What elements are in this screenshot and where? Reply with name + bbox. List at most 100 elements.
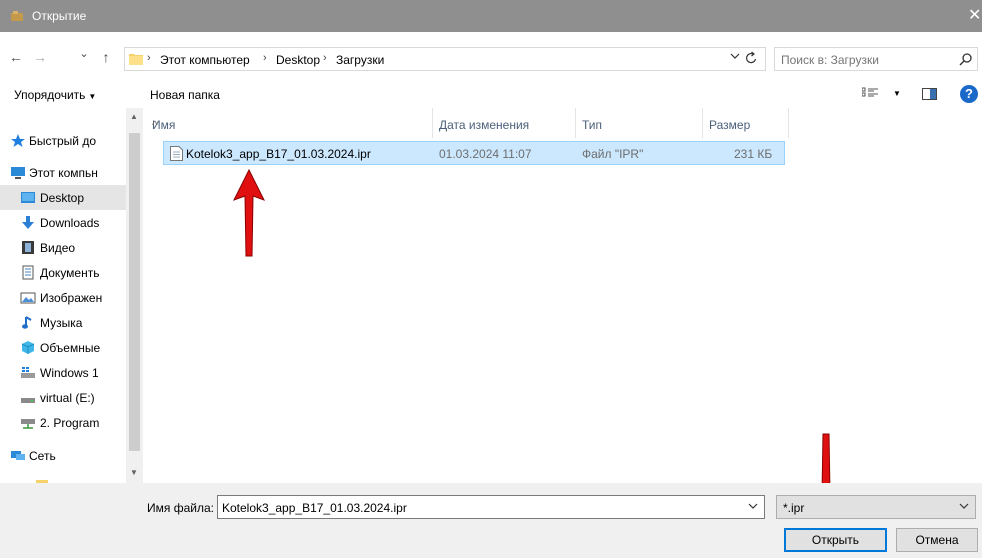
sidebar-item-label: Сеть [29, 449, 56, 463]
drive-icon [21, 367, 35, 378]
music-icon [22, 316, 32, 329]
open-button[interactable]: Открыть [784, 528, 887, 552]
column-header-size[interactable]: Размер [703, 108, 789, 138]
cancel-button[interactable]: Отмена [896, 528, 978, 552]
3d-objects-icon [21, 341, 35, 354]
scroll-down-icon[interactable]: ▼ [130, 468, 138, 477]
back-button[interactable]: ← [6, 49, 26, 65]
forward-button[interactable]: → [30, 49, 50, 65]
breadcrumb-item[interactable]: Этот компьютер [160, 53, 250, 67]
sidebar-item-label: Downloads [40, 216, 100, 230]
sidebar-item-desktop[interactable]: Desktop [0, 185, 126, 210]
title-bar: Открытие ✕ [0, 0, 982, 32]
navigation-pane: Быстрый до Этот компьн Desktop Downloads… [0, 108, 143, 483]
sidebar-item-label: Видео [40, 241, 76, 255]
file-row[interactable]: Kotelok3_app_B17_01.03.2024.ipr 01.03.20… [163, 141, 785, 165]
filename-input[interactable] [222, 500, 742, 516]
sidebar-item-pictures[interactable]: Изображен [0, 285, 126, 310]
sidebar-item-label: Быстрый до [29, 134, 97, 148]
scrollbar-thumb[interactable] [129, 133, 140, 451]
sidebar-scrollbar[interactable]: ▲ ▼ [126, 108, 143, 483]
file-name: Kotelok3_app_B17_01.03.2024.ipr [186, 147, 371, 161]
sidebar-item-label: Windows 1 [40, 366, 99, 380]
network-drive-icon [21, 419, 35, 429]
column-header-type[interactable]: Тип [576, 108, 703, 138]
search-input[interactable] [781, 52, 951, 68]
dialog-footer: Имя файла: *.ipr Открыть Отмена [0, 483, 982, 558]
chevron-down-icon: ▼ [88, 92, 97, 101]
sidebar-item-label: 2. Program [40, 416, 100, 430]
search-box[interactable] [774, 47, 978, 71]
sidebar-item-quick-access[interactable]: Быстрый до [0, 128, 126, 153]
sidebar-item-network[interactable]: Сеть [0, 443, 126, 468]
app-icon [11, 11, 23, 21]
sidebar-item-label: Музыка [40, 316, 83, 330]
filename-field[interactable] [217, 495, 765, 519]
sidebar-item-downloads[interactable]: Downloads [0, 210, 126, 235]
folder-icon [129, 54, 143, 65]
file-type-filter[interactable]: *.ipr [776, 495, 976, 519]
column-header-name[interactable]: Имя ^ [146, 108, 433, 138]
file-size: 231 КБ [734, 147, 773, 161]
refresh-icon[interactable] [745, 51, 758, 65]
sidebar-item-this-pc[interactable]: Этот компьн [0, 160, 126, 185]
breadcrumb-item[interactable]: Desktop [276, 53, 320, 67]
address-row: ← → ⌄ ↑ › Этот компьютер › Desktop › Заг… [0, 45, 982, 73]
chevron-down-icon[interactable] [748, 502, 758, 510]
up-button[interactable]: ↑ [96, 49, 116, 65]
chevron-down-icon [959, 503, 969, 509]
sidebar-item-label: virtual (E:) [40, 391, 95, 405]
close-button[interactable]: ✕ [968, 0, 982, 32]
sidebar-item-virtual-drive[interactable]: virtual (E:) [0, 385, 126, 410]
window-title: Открытие [32, 9, 87, 23]
organize-button[interactable]: Упорядочить ▼ [14, 88, 96, 102]
file-date: 01.03.2024 11:07 [439, 147, 532, 161]
sidebar-item-documents[interactable]: Документь [0, 260, 126, 285]
sidebar-item-network-drive[interactable]: 2. Program [0, 410, 126, 435]
help-icon[interactable]: ? [960, 85, 978, 103]
star-icon [11, 134, 25, 147]
file-type: Файл "IPR" [582, 147, 644, 161]
documents-icon [22, 265, 34, 280]
chevron-down-icon[interactable] [730, 52, 740, 60]
sidebar-item-label: Desktop [40, 191, 85, 205]
view-options-icon[interactable] [862, 87, 878, 100]
annotation-arrow-up [232, 168, 266, 257]
desktop-folder-icon [21, 192, 35, 203]
filter-value: *.ipr [783, 501, 805, 515]
address-bar[interactable]: › Этот компьютер › Desktop › Загрузки [124, 47, 766, 71]
filename-label: Имя файла: [147, 501, 214, 515]
organize-label: Упорядочить [14, 88, 86, 102]
download-icon [22, 216, 34, 229]
video-icon [22, 241, 34, 254]
column-label: Тип [582, 118, 603, 132]
drive-icon [21, 398, 35, 403]
chevron-down-icon[interactable]: ▼ [893, 89, 901, 98]
pictures-icon [20, 292, 36, 304]
sidebar-item-label: Этот компьн [29, 166, 98, 180]
preview-pane-icon[interactable] [922, 88, 937, 100]
network-icon [11, 451, 25, 460]
search-icon[interactable] [959, 52, 973, 66]
recent-locations-button[interactable]: ⌄ [74, 47, 94, 60]
column-label: Размер [709, 118, 751, 132]
file-list: Имя ^ Дата изменения Тип Размер Kotelok3… [143, 108, 982, 483]
computer-icon [11, 167, 25, 179]
breadcrumb-separator: › [323, 52, 327, 64]
scroll-up-icon[interactable]: ▲ [130, 112, 138, 121]
column-header-date[interactable]: Дата изменения [433, 108, 576, 138]
breadcrumb-separator: › [147, 52, 151, 64]
sidebar-item-music[interactable]: Музыка [0, 310, 126, 335]
file-icon [170, 146, 183, 161]
sidebar-item-label: Документь [40, 266, 100, 280]
column-label: Дата изменения [439, 118, 530, 132]
sidebar-item-3d-objects[interactable]: Объемные [0, 335, 126, 360]
sidebar-item-label: Объемные [40, 341, 101, 355]
sort-ascending-icon: ^ [152, 118, 158, 132]
sidebar-item-windows-drive[interactable]: Windows 1 [0, 360, 126, 385]
sidebar-item-label: Изображен [40, 291, 103, 305]
breadcrumb-separator: › [263, 52, 267, 64]
breadcrumb-item[interactable]: Загрузки [336, 53, 384, 67]
sidebar-item-video[interactable]: Видео [0, 235, 126, 260]
new-folder-button[interactable]: Новая папка [150, 88, 220, 102]
